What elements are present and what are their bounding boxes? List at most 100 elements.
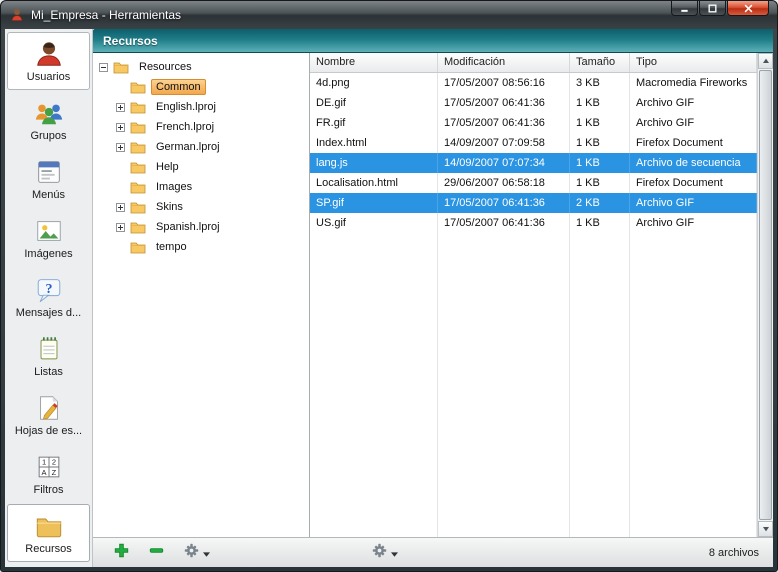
tree-item-label: Spanish.lproj — [151, 219, 225, 235]
file-cell-tipo: Archivo GIF — [630, 93, 757, 113]
vertical-scrollbar[interactable] — [757, 53, 773, 537]
column-header-tamano[interactable]: Tamaño — [570, 53, 630, 72]
lists-icon — [34, 334, 64, 364]
file-row-sp-gif[interactable]: SP.gif17/05/2007 06:41:362 KBArchivo GIF — [310, 193, 757, 213]
titlebar[interactable]: Mi_Empresa - Herramientas — [1, 1, 777, 29]
file-cell-nombre: lang.js — [310, 153, 438, 173]
tree-item-english-lproj[interactable]: English.lproj — [93, 97, 309, 117]
file-row-us-gif[interactable]: US.gif17/05/2007 06:41:361 KBArchivo GIF — [310, 213, 757, 233]
folder-icon — [130, 100, 146, 114]
item-count: 8 archivos — [709, 547, 759, 559]
sidebar-item-usuarios[interactable]: Usuarios — [7, 32, 90, 90]
file-cell-tamano: 3 KB — [570, 73, 630, 93]
file-cell-nombre: 4d.png — [310, 73, 438, 93]
file-row-index-html[interactable]: Index.html14/09/2007 07:09:581 KBFirefox… — [310, 133, 757, 153]
tree-item-label: German.lproj — [151, 139, 225, 155]
sidebar-item-hojas[interactable]: Hojas de es... — [7, 386, 90, 444]
expand-icon[interactable] — [116, 123, 125, 132]
svg-text:2: 2 — [51, 458, 55, 467]
gear-icon — [372, 543, 387, 563]
tree-item-common[interactable]: Common — [93, 77, 309, 97]
messages-icon: ? — [34, 275, 64, 305]
sidebar-item-menus[interactable]: Menús — [7, 150, 90, 208]
sidebar-item-imagenes[interactable]: Imágenes — [7, 209, 90, 267]
window-title: Mi_Empresa - Herramientas — [31, 8, 181, 22]
sidebar-item-filtros[interactable]: 12AZFiltros — [7, 445, 90, 503]
sidebar-item-recursos[interactable]: Recursos — [7, 504, 90, 562]
sidebar-item-mensajes[interactable]: ?Mensajes d... — [7, 268, 90, 326]
file-table: NombreModificaciónTamañoTipo 4d.png17/05… — [310, 53, 757, 537]
menus-icon — [34, 157, 64, 187]
app-icon — [9, 7, 25, 23]
file-cell-tamano: 1 KB — [570, 173, 630, 193]
folder-icon — [113, 60, 129, 74]
tree-actions-menu-button[interactable] — [181, 541, 213, 565]
close-button[interactable] — [727, 1, 769, 16]
file-row-localisation-html[interactable]: Localisation.html29/06/2007 06:58:181 KB… — [310, 173, 757, 193]
filters-icon: 12AZ — [34, 452, 64, 482]
tree-item-help[interactable]: Help — [93, 157, 309, 177]
sidebar-item-label: Grupos — [30, 130, 66, 142]
sidebar-item-grupos[interactable]: Grupos — [7, 91, 90, 149]
file-cell-modificacion: 14/09/2007 07:07:34 — [438, 153, 570, 173]
main-body: Resources Common English.lprojFrench.lproj… — [93, 53, 773, 537]
folder-icon — [130, 120, 146, 134]
file-cell-tamano: 1 KB — [570, 153, 630, 173]
folder-icon — [130, 220, 146, 234]
scroll-up-button[interactable] — [758, 53, 773, 69]
tree-item-skins[interactable]: Skins — [93, 197, 309, 217]
scroll-down-button[interactable] — [758, 521, 773, 537]
table-header: NombreModificaciónTamañoTipo — [310, 53, 757, 73]
resources-icon — [34, 511, 64, 541]
column-header-nombre[interactable]: Nombre — [310, 53, 438, 72]
file-cell-tipo: Archivo GIF — [630, 213, 757, 233]
tree-item-tempo[interactable]: tempo — [93, 237, 309, 257]
gear-icon — [184, 543, 199, 563]
folder-icon — [130, 80, 146, 94]
tree-item-french-lproj[interactable]: French.lproj — [93, 117, 309, 137]
file-actions-menu-button[interactable] — [369, 541, 401, 565]
file-cell-modificacion: 17/05/2007 06:41:36 — [438, 193, 570, 213]
resource-tree: Resources Common English.lprojFrench.lproj… — [93, 53, 310, 537]
folder-icon — [130, 160, 146, 174]
file-row-fr-gif[interactable]: FR.gif17/05/2007 06:41:361 KBArchivo GIF — [310, 113, 757, 133]
tree-item-label: tempo — [151, 239, 192, 255]
tree-item-resources[interactable]: Resources — [93, 57, 309, 77]
expand-icon[interactable] — [116, 203, 125, 212]
file-cell-tipo: Firefox Document — [630, 133, 757, 153]
column-header-modificacion[interactable]: Modificación — [438, 53, 570, 72]
scrollbar-thumb[interactable] — [759, 70, 772, 520]
expand-icon[interactable] — [116, 223, 125, 232]
file-cell-nombre: FR.gif — [310, 113, 438, 133]
plus-icon — [114, 543, 129, 563]
table-filler — [310, 233, 757, 537]
column-header-tipo[interactable]: Tipo — [630, 53, 757, 72]
file-list-panel: NombreModificaciónTamañoTipo 4d.png17/05… — [310, 53, 773, 537]
file-cell-tipo: Firefox Document — [630, 173, 757, 193]
file-cell-modificacion: 29/06/2007 06:58:18 — [438, 173, 570, 193]
tree-item-spanish-lproj[interactable]: Spanish.lproj — [93, 217, 309, 237]
expand-icon[interactable] — [116, 103, 125, 112]
file-cell-tamano: 1 KB — [570, 213, 630, 233]
file-row-4d-png[interactable]: 4d.png17/05/2007 08:56:163 KBMacromedia … — [310, 73, 757, 93]
expand-icon[interactable] — [116, 143, 125, 152]
add-button[interactable] — [111, 541, 132, 565]
maximize-button[interactable] — [699, 1, 726, 16]
tree-item-images[interactable]: Images — [93, 177, 309, 197]
section-title: Recursos — [103, 34, 158, 48]
file-cell-tamano: 2 KB — [570, 193, 630, 213]
groups-icon — [34, 98, 64, 128]
sidebar-item-listas[interactable]: Listas — [7, 327, 90, 385]
file-cell-nombre: SP.gif — [310, 193, 438, 213]
remove-button[interactable] — [146, 541, 167, 565]
file-row-lang-js[interactable]: lang.js14/09/2007 07:07:341 KBArchivo de… — [310, 153, 757, 173]
file-cell-nombre: DE.gif — [310, 93, 438, 113]
svg-text:1: 1 — [41, 458, 45, 467]
minimize-button[interactable] — [671, 1, 698, 16]
sidebar-item-label: Imágenes — [24, 248, 72, 260]
tree-item-german-lproj[interactable]: German.lproj — [93, 137, 309, 157]
collapse-icon[interactable] — [99, 63, 108, 72]
file-row-de-gif[interactable]: DE.gif17/05/2007 06:41:361 KBArchivo GIF — [310, 93, 757, 113]
tree-item-label: Common — [151, 79, 206, 95]
main-area: Recursos Resources Common English.lprojFre… — [93, 29, 773, 567]
